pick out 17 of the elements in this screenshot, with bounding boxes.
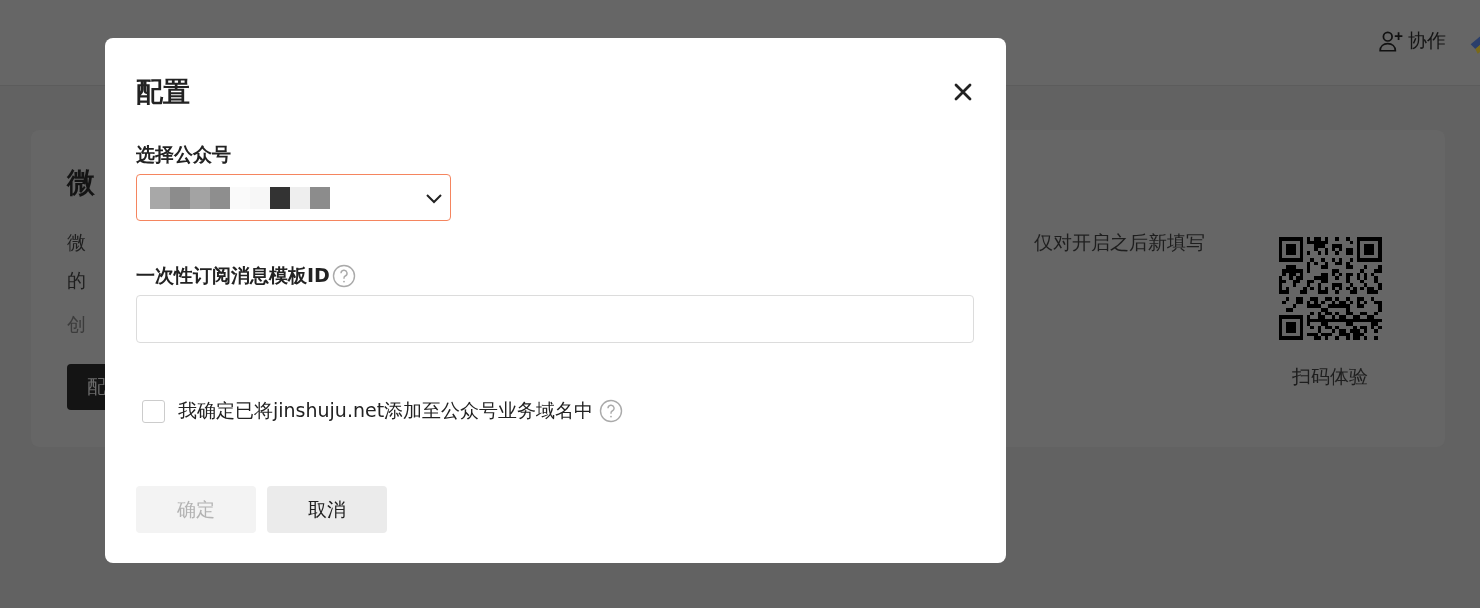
qr-caption: 扫码体验 xyxy=(1292,364,1368,389)
field-label: 选择公众号 xyxy=(136,142,231,167)
help-icon[interactable] xyxy=(599,399,624,423)
template-id-field[interactable] xyxy=(136,295,974,343)
collaborate-button[interactable]: 协作 xyxy=(1378,28,1446,54)
help-icon[interactable] xyxy=(331,264,356,288)
close-icon[interactable] xyxy=(953,82,973,102)
account-select[interactable] xyxy=(136,174,451,221)
dialog-title: 配置 xyxy=(136,75,190,109)
checkbox[interactable] xyxy=(142,399,165,423)
description-text: 的 xyxy=(67,268,87,293)
description-text: 微 xyxy=(67,230,87,255)
card-title: 微 xyxy=(67,165,96,201)
description-text: 仅对开启之后新填写 xyxy=(1034,230,1205,255)
checkbox-label: 我确定已将jinshuju.net添加至公众号业务域名中 xyxy=(178,398,594,423)
field-label: 一次性订阅消息模板ID xyxy=(136,263,330,288)
cancel-button[interactable]: 取消 xyxy=(267,486,387,533)
